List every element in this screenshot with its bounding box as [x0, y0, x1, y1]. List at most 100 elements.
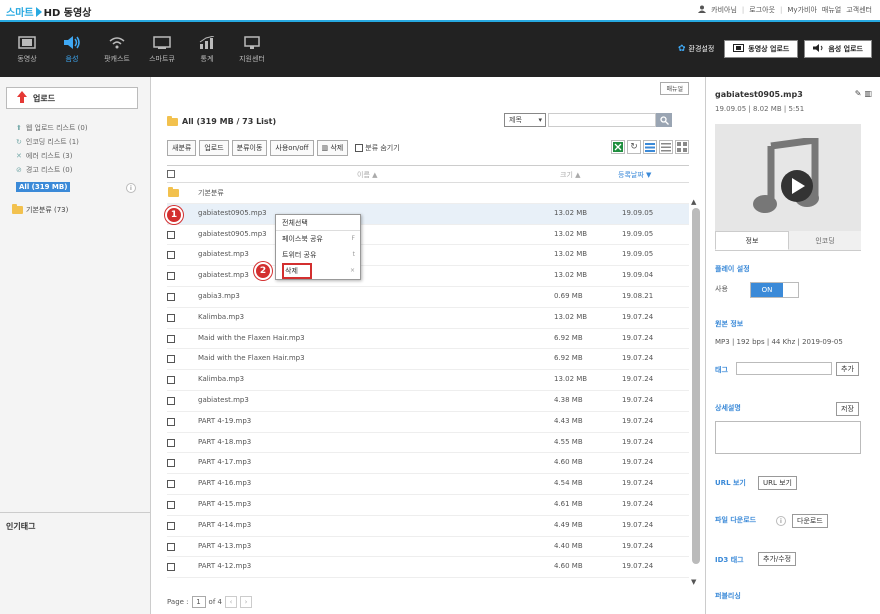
hide-checkbox[interactable] [355, 144, 364, 152]
trash-icon[interactable]: ▥ [864, 89, 872, 98]
excel-icon[interactable] [611, 140, 625, 154]
list-scrollbar[interactable]: ▲ ▼ [691, 198, 701, 586]
scroll-up-icon[interactable]: ▲ [691, 198, 696, 206]
row-checkbox[interactable] [167, 272, 175, 281]
error-list-link[interactable]: ✕ 에러 리스트 (3) [16, 149, 88, 163]
table-row[interactable]: Kalimba.mp3 13.02 MB 19.07.24 [167, 370, 689, 391]
tab-encoding[interactable]: 인코딩 [789, 231, 861, 250]
row-checkbox[interactable] [167, 459, 175, 468]
id3-edit-button[interactable]: 추가/수정 [758, 552, 797, 566]
table-row[interactable]: Maid with the Flaxen Hair.mp3 6.92 MB 19.0… [167, 349, 689, 371]
table-row[interactable]: PART 4-13.mp3 4.40 MB 19.07.24 [167, 537, 689, 558]
table-row[interactable]: gabiatest.mp3 13.02 MB 19.09.05 [167, 245, 689, 267]
tag-add-button[interactable]: 추가 [836, 362, 859, 376]
logout-link[interactable]: 로그아웃 [749, 5, 775, 15]
table-row[interactable]: PART 4-18.mp3 4.55 MB 19.07.24 [167, 433, 689, 454]
row-checkbox[interactable] [167, 480, 175, 489]
web-upload-list-link[interactable]: ⬆ 웹 업로드 리스트 (0) [16, 121, 88, 135]
row-checkbox[interactable] [167, 313, 175, 322]
nav-podcast[interactable]: 팟캐스트 [99, 36, 135, 64]
row-checkbox[interactable] [167, 251, 175, 260]
pencil-icon[interactable]: ✎ [855, 89, 862, 98]
nav-smartq[interactable]: 스마트큐 [144, 36, 180, 64]
row-checkbox[interactable] [167, 542, 175, 551]
table-row[interactable]: PART 4-14.mp3 4.49 MB 19.07.24 [167, 516, 689, 537]
audio-upload-button[interactable]: 음성 업로드 [804, 40, 872, 58]
refresh-view-icon[interactable]: ↻ [627, 140, 641, 154]
upload-toolbar-button[interactable]: 업로드 [199, 140, 229, 156]
basic-folder-item[interactable]: 기본분류 (73) [12, 204, 68, 215]
table-row[interactable]: PART 4-19.mp3 4.43 MB 19.07.24 [167, 412, 689, 433]
col-size[interactable]: 크기 ▲ [560, 170, 581, 180]
table-row[interactable]: gabiatest.mp3 4.38 MB 19.07.24 [167, 391, 689, 412]
nav-video[interactable]: 동영상 [9, 36, 45, 64]
tab-info[interactable]: 정보 [715, 231, 789, 250]
row-checkbox[interactable] [167, 396, 175, 405]
audio-thumbnail[interactable] [715, 124, 861, 232]
table-row[interactable]: gabiatest0905.mp3 13.02 MB 19.09.05 [167, 225, 689, 246]
table-row[interactable]: PART 4-15.mp3 4.61 MB 19.07.24 [167, 495, 689, 516]
nav-audio[interactable]: 음성 [54, 36, 90, 64]
row-checkbox[interactable] [167, 230, 175, 239]
video-upload-button[interactable]: 동영상 업로드 [724, 40, 799, 58]
table-row[interactable]: Kalimba.mp3 13.02 MB 19.07.24 [167, 308, 689, 329]
row-checkbox[interactable] [167, 417, 175, 426]
use-toggle[interactable]: ON [750, 282, 799, 298]
col-date[interactable]: 등록날짜 ▼ [618, 170, 651, 180]
page-input[interactable]: 1 [191, 596, 206, 608]
description-textarea[interactable] [715, 421, 861, 454]
download-button[interactable]: 다운로드 [792, 514, 828, 528]
search-button[interactable] [656, 113, 672, 127]
menu-twitter-share[interactable]: 트위터 공유 t [276, 247, 360, 263]
table-row[interactable]: PART 4-16.mp3 4.54 MB 19.07.24 [167, 474, 689, 495]
warning-list-link[interactable]: ⊘ 경고 리스트 (0) [16, 163, 88, 177]
upload-button[interactable]: 업로드 [6, 87, 138, 109]
nav-stats[interactable]: 통계 [189, 36, 225, 64]
folder-row[interactable]: 기본분류 [167, 183, 689, 204]
table-row[interactable]: gabiatest0905.mp3 13.02 MB 19.09.05 [167, 203, 689, 225]
row-checkbox[interactable] [167, 563, 175, 572]
select-all-checkbox[interactable] [167, 170, 175, 178]
list-view-icon[interactable] [643, 140, 657, 154]
tag-input[interactable] [736, 362, 832, 375]
table-row[interactable]: Maid with the Flaxen Hair.mp3 6.92 MB 19.0… [167, 329, 689, 350]
row-checkbox[interactable] [167, 355, 175, 364]
delete-toolbar-button[interactable]: ▥ 삭제 [316, 140, 349, 156]
new-category-button[interactable]: 새분류 [167, 140, 197, 156]
support-link[interactable]: 고객센터 [846, 5, 872, 15]
detail-view-icon[interactable] [659, 140, 673, 154]
grid-view-icon[interactable] [675, 140, 689, 154]
url-view-button[interactable]: URL 보기 [758, 476, 797, 490]
scroll-thumb[interactable] [692, 208, 700, 564]
col-name[interactable]: 이름 ▲ [357, 170, 378, 180]
table-row[interactable]: gabia3.mp3 0.69 MB 19.08.21 [167, 287, 689, 308]
row-checkbox[interactable] [167, 521, 175, 530]
all-folder-selected[interactable]: All (319 MB) [16, 182, 71, 192]
encoding-list-link[interactable]: ↻ 인코딩 리스트 (1) [16, 135, 88, 149]
env-settings-button[interactable]: ✿ 환경설정 [678, 44, 714, 54]
brand-logo[interactable]: 스마트 HD 동영상 [6, 4, 91, 19]
row-checkbox[interactable] [167, 292, 175, 301]
row-checkbox[interactable] [167, 500, 175, 509]
menu-delete[interactable]: 삭제 × [276, 263, 360, 279]
menu-facebook-share[interactable]: 페이스북 공유 F [276, 231, 360, 247]
search-input[interactable] [548, 113, 656, 127]
table-row[interactable]: gabiatest.mp3 13.02 MB 19.09.04 [167, 266, 689, 287]
hide-category-toggle[interactable]: 분류 숨기기 [355, 143, 400, 153]
download-info-icon[interactable]: i [776, 516, 786, 526]
manual-button[interactable]: 매뉴얼 [660, 82, 689, 95]
menu-select-all[interactable]: 전체선택 [276, 215, 360, 231]
prev-page-icon[interactable]: ‹ [224, 596, 237, 608]
table-row[interactable]: PART 4-17.mp3 4.60 MB 19.07.24 [167, 453, 689, 475]
info-icon[interactable]: i [126, 183, 136, 193]
move-category-button[interactable]: 분류이동 [231, 140, 268, 156]
scroll-down-icon[interactable]: ▼ [691, 578, 696, 586]
next-page-icon[interactable]: › [239, 596, 252, 608]
row-checkbox[interactable] [167, 376, 175, 385]
search-field-select[interactable]: 제목 ▾ [504, 113, 546, 127]
row-checkbox[interactable] [167, 438, 175, 447]
manual-link[interactable]: 매뉴얼 [822, 5, 841, 15]
table-row[interactable]: PART 4-12.mp3 4.60 MB 19.07.24 [167, 557, 689, 579]
row-checkbox[interactable] [167, 334, 175, 343]
nav-support[interactable]: 지원센터 [234, 36, 270, 64]
